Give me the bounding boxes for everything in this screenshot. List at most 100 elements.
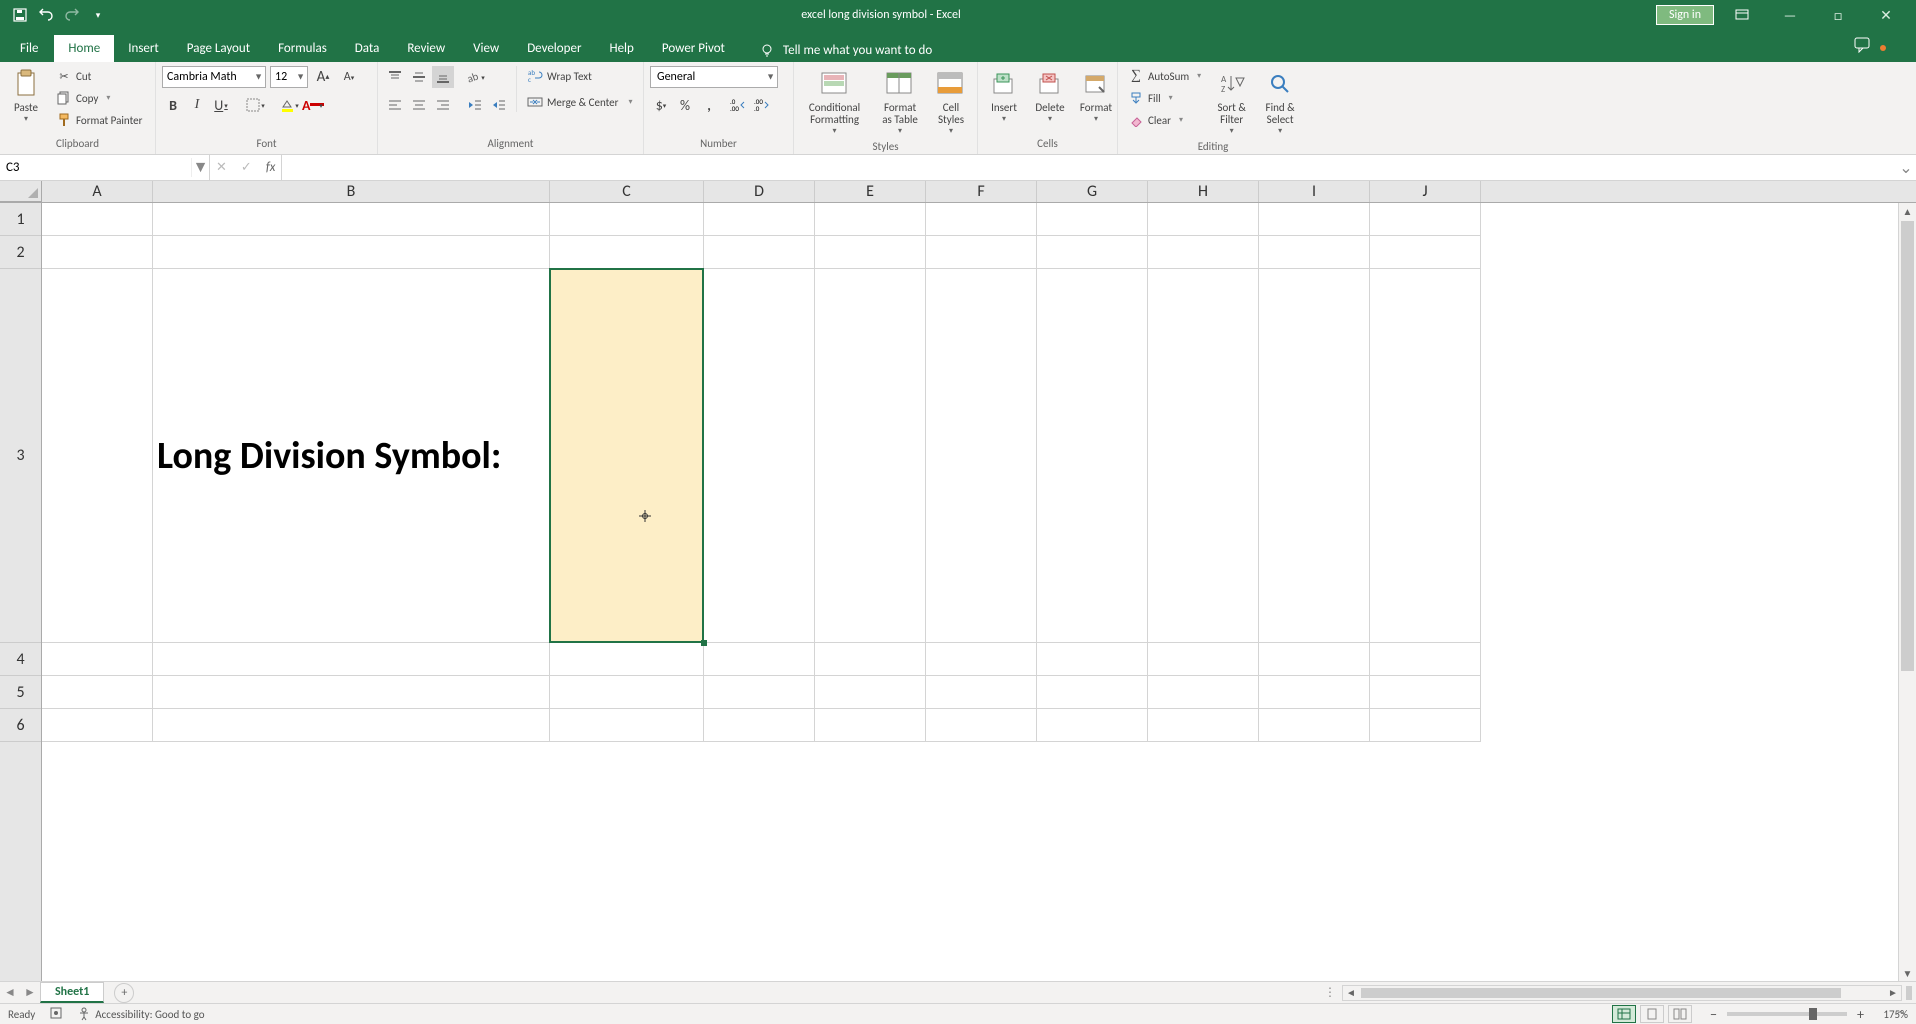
align-top-button[interactable] — [384, 66, 406, 88]
cell-G1[interactable] — [1037, 203, 1148, 236]
row-header-2[interactable]: 2 — [0, 236, 41, 269]
italic-button[interactable]: I — [186, 94, 208, 116]
column-header-D[interactable]: D — [704, 181, 815, 202]
tab-scroll-splitter[interactable] — [1906, 986, 1912, 1000]
cell-H6[interactable] — [1148, 709, 1259, 742]
fill-handle[interactable] — [701, 640, 707, 646]
cell-grid[interactable]: Long Division Symbol: — [42, 203, 1898, 981]
row-header-1[interactable]: 1 — [0, 203, 41, 236]
cell-H2[interactable] — [1148, 236, 1259, 269]
cell-H3[interactable] — [1148, 269, 1259, 643]
format-cells-button[interactable]: Format▾ — [1076, 66, 1116, 126]
tab-nav-next[interactable]: ► — [20, 985, 40, 1000]
cell-J6[interactable] — [1370, 709, 1481, 742]
cell-D2[interactable] — [704, 236, 815, 269]
cell-E2[interactable] — [815, 236, 926, 269]
cell-A4[interactable] — [42, 643, 153, 676]
align-bottom-button[interactable] — [432, 66, 454, 88]
cell-A1[interactable] — [42, 203, 153, 236]
expand-formula-bar-button[interactable]: ⌄ — [1896, 155, 1916, 180]
cell-G6[interactable] — [1037, 709, 1148, 742]
cut-button[interactable]: ✂Cut — [52, 66, 146, 86]
tab-developer[interactable]: Developer — [513, 35, 595, 62]
ribbon-display-options-icon[interactable] — [1722, 0, 1762, 30]
accounting-format-button[interactable]: $▾ — [650, 94, 672, 116]
cell-J4[interactable] — [1370, 643, 1481, 676]
cell-F2[interactable] — [926, 236, 1037, 269]
sheet-tab-sheet1[interactable]: Sheet1 — [40, 982, 104, 1003]
align-center-button[interactable] — [408, 94, 430, 116]
tab-nav-prev[interactable]: ◄ — [0, 985, 20, 1000]
cell-G3[interactable] — [1037, 269, 1148, 643]
cell-C2[interactable] — [550, 236, 704, 269]
cell-J1[interactable] — [1370, 203, 1481, 236]
name-box-input[interactable] — [0, 160, 191, 175]
enter-formula-button[interactable]: ✓ — [241, 160, 252, 175]
normal-view-button[interactable] — [1612, 1005, 1636, 1023]
cell-G4[interactable] — [1037, 643, 1148, 676]
cell-E1[interactable] — [815, 203, 926, 236]
insert-function-button[interactable]: fx — [266, 160, 276, 175]
cell-C5[interactable] — [550, 676, 704, 709]
font-name-combo[interactable]: Cambria Math▼ — [162, 66, 266, 88]
increase-indent-button[interactable] — [488, 94, 510, 116]
scroll-right-arrow[interactable]: ► — [1885, 986, 1901, 999]
cell-I2[interactable] — [1259, 236, 1370, 269]
decrease-decimal-button[interactable]: .00.0 — [752, 94, 774, 116]
name-box-dropdown[interactable]: ▼ — [191, 158, 209, 177]
tab-help[interactable]: Help — [595, 35, 647, 62]
redo-icon[interactable] — [64, 7, 80, 23]
select-all-corner[interactable] — [0, 181, 42, 202]
scroll-left-arrow[interactable]: ◄ — [1343, 986, 1359, 999]
cell-H1[interactable] — [1148, 203, 1259, 236]
cell-B6[interactable] — [153, 709, 550, 742]
increase-decimal-button[interactable]: .0.00 — [728, 94, 750, 116]
font-color-button[interactable]: A▾ — [302, 94, 324, 116]
cell-C6[interactable] — [550, 709, 704, 742]
percent-format-button[interactable]: % — [674, 94, 696, 116]
cell-G5[interactable] — [1037, 676, 1148, 709]
cell-B4[interactable] — [153, 643, 550, 676]
cell-styles-button[interactable]: Cell Styles▾ — [931, 66, 971, 138]
zoom-in-button[interactable]: + — [1857, 1006, 1864, 1023]
align-left-button[interactable] — [384, 94, 406, 116]
name-box[interactable]: ▼ — [0, 155, 210, 180]
cell-F1[interactable] — [926, 203, 1037, 236]
format-as-table-button[interactable]: Format as Table▾ — [875, 66, 925, 138]
zoom-slider-thumb[interactable] — [1809, 1008, 1817, 1020]
page-break-view-button[interactable] — [1668, 1005, 1692, 1023]
find-select-button[interactable]: Find & Select▾ — [1258, 66, 1302, 138]
tab-formulas[interactable]: Formulas — [264, 35, 341, 62]
number-format-combo[interactable]: General▼ — [650, 66, 778, 88]
align-right-button[interactable] — [432, 94, 454, 116]
close-icon[interactable]: ✕ — [1866, 0, 1906, 30]
cell-B5[interactable] — [153, 676, 550, 709]
zoom-out-button[interactable]: − — [1710, 1006, 1717, 1023]
tab-data[interactable]: Data — [341, 35, 394, 62]
copy-button[interactable]: Copy▾ — [52, 88, 146, 108]
clear-button[interactable]: Clear▾ — [1124, 110, 1205, 130]
row-header-4[interactable]: 4 — [0, 643, 41, 676]
column-header-I[interactable]: I — [1259, 181, 1370, 202]
tab-review[interactable]: Review — [393, 35, 459, 62]
cell-D5[interactable] — [704, 676, 815, 709]
add-sheet-button[interactable]: + — [114, 983, 134, 1003]
cell-I5[interactable] — [1259, 676, 1370, 709]
cell-J3[interactable] — [1370, 269, 1481, 643]
maximize-icon[interactable]: □ — [1818, 0, 1858, 30]
cell-I6[interactable] — [1259, 709, 1370, 742]
cell-F3[interactable] — [926, 269, 1037, 643]
tab-view[interactable]: View — [459, 35, 513, 62]
minimize-icon[interactable]: — — [1770, 0, 1810, 30]
column-header-F[interactable]: F — [926, 181, 1037, 202]
zoom-slider[interactable] — [1727, 1012, 1847, 1016]
column-header-G[interactable]: G — [1037, 181, 1148, 202]
formula-input[interactable] — [282, 155, 1896, 180]
cell-C1[interactable] — [550, 203, 704, 236]
font-size-combo[interactable]: 12▼ — [270, 66, 308, 88]
cell-E5[interactable] — [815, 676, 926, 709]
cell-F4[interactable] — [926, 643, 1037, 676]
sign-in-button[interactable]: Sign in — [1656, 5, 1714, 25]
column-header-J[interactable]: J — [1370, 181, 1481, 202]
vertical-scrollbar[interactable]: ▲ ▼ — [1898, 203, 1916, 981]
